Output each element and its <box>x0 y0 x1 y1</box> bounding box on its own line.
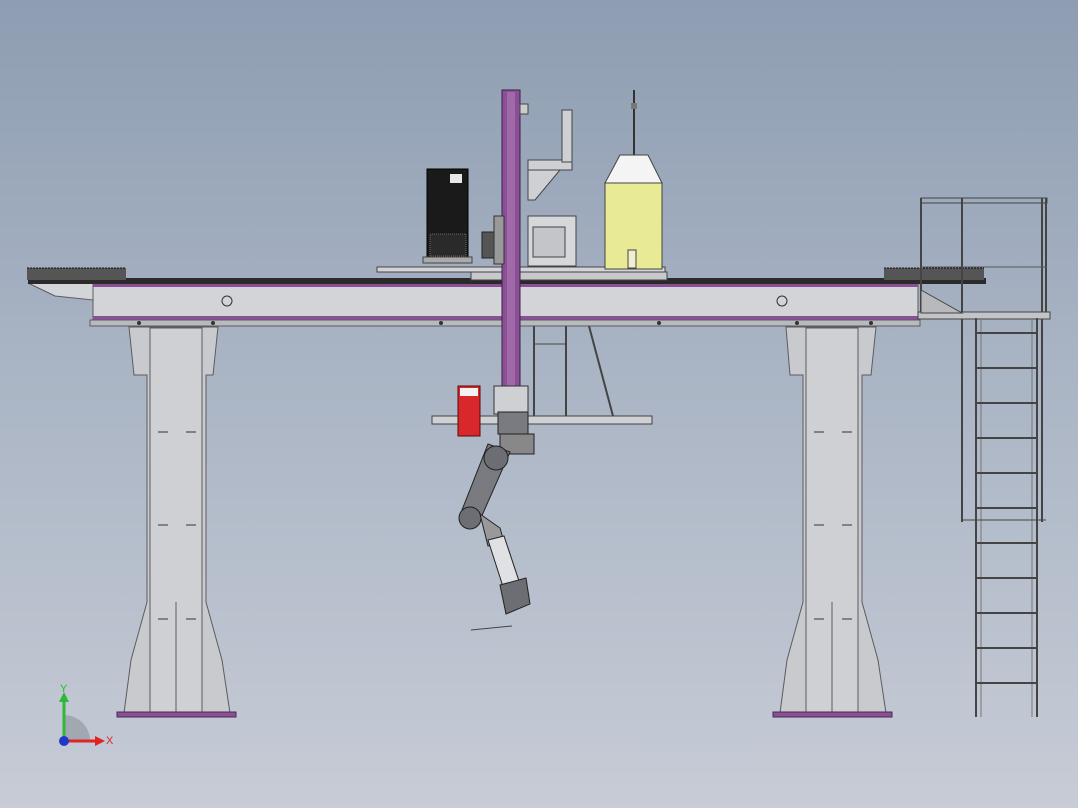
gantry-model[interactable] <box>0 0 1078 808</box>
y-axis-label: Y <box>60 683 68 695</box>
right-leg <box>772 326 893 718</box>
left-leg <box>116 326 237 718</box>
cad-viewport[interactable]: Y X <box>0 0 1078 808</box>
vertical-mast <box>501 89 529 391</box>
x-axis-label: X <box>106 735 114 747</box>
right-rack <box>884 267 984 280</box>
wire-drum <box>604 90 663 270</box>
drive-bracket <box>481 109 577 267</box>
left-rack <box>27 267 126 280</box>
red-unit <box>457 385 481 437</box>
control-cabinet <box>422 168 473 264</box>
coordinate-triad-icon: Y X <box>59 683 114 747</box>
